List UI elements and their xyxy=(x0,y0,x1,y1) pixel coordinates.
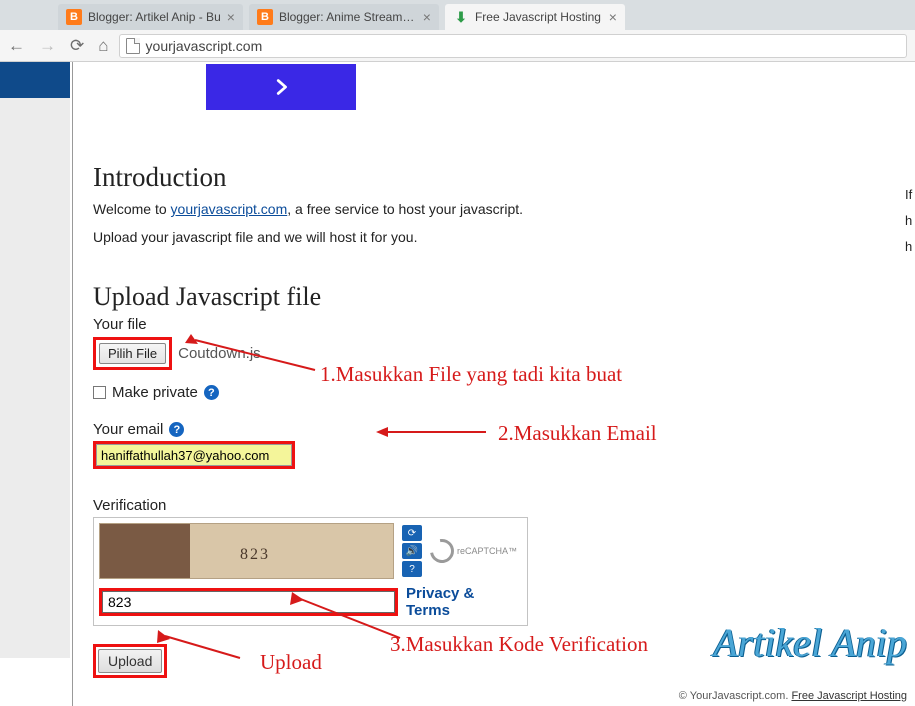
help-icon[interactable]: ? xyxy=(169,422,184,437)
upload-heading: Upload Javascript file xyxy=(93,282,895,312)
intro-line1: Welcome to yourjavascript.com, a free se… xyxy=(93,199,895,221)
chevron-right-icon xyxy=(270,76,292,98)
annotation-box: Pilih File xyxy=(93,337,172,370)
browser-toolbar: ← → ⟳ ⌂ yourjavascript.com xyxy=(0,30,915,62)
cutoff-text: If h h xyxy=(905,182,915,260)
tab-title: Blogger: Anime Streaming xyxy=(279,10,417,24)
blogger-icon: B xyxy=(66,9,82,25)
tab-active[interactable]: ⬇ Free Javascript Hosting × xyxy=(445,4,625,30)
privacy-terms-link[interactable]: Privacy & Terms xyxy=(406,585,519,619)
footer-link[interactable]: Free Javascript Hosting xyxy=(791,690,907,702)
tab-blogger-2[interactable]: B Blogger: Anime Streaming × xyxy=(249,4,439,30)
home-icon[interactable]: ⌂ xyxy=(98,37,108,54)
captcha-digits: 823 xyxy=(240,546,270,564)
annotation-box xyxy=(93,441,295,469)
captcha-audio-icon[interactable]: 🔊 xyxy=(402,543,422,559)
verification-label: Verification xyxy=(93,497,895,514)
site-icon: ⬇ xyxy=(453,9,469,25)
tab-title: Free Javascript Hosting xyxy=(475,10,603,24)
forward-icon[interactable]: → xyxy=(39,37,56,54)
tab-title: Blogger: Artikel Anip - Bu xyxy=(88,10,221,24)
outer-header-fragment xyxy=(0,62,70,98)
page: Introduction Welcome to yourjavascript.c… xyxy=(72,62,915,706)
tab-blogger-1[interactable]: B Blogger: Artikel Anip - Bu × xyxy=(58,4,243,30)
captcha-widget: 823 ⟳ 🔊 ? reCAPTCHA™ Privacy & Terms xyxy=(93,517,528,626)
private-label: Make private xyxy=(112,384,198,401)
footer-text: © YourJavascript.com. xyxy=(679,690,792,702)
captcha-input[interactable] xyxy=(102,591,395,613)
captcha-refresh-icon[interactable]: ⟳ xyxy=(402,525,422,541)
annotation-box: Upload xyxy=(93,644,167,678)
file-label: Your file xyxy=(93,316,895,333)
close-icon[interactable]: × xyxy=(227,9,235,25)
close-icon[interactable]: × xyxy=(609,9,617,25)
hero-next-button[interactable] xyxy=(206,64,356,110)
choose-file-button[interactable]: Pilih File xyxy=(99,343,166,364)
intro-line2: Upload your javascript file and we will … xyxy=(93,227,895,249)
url-text: yourjavascript.com xyxy=(146,38,263,54)
email-field[interactable] xyxy=(96,444,292,466)
captcha-image: 823 xyxy=(99,523,394,579)
footer: © YourJavascript.com. Free Javascript Ho… xyxy=(679,690,907,702)
help-icon[interactable]: ? xyxy=(204,385,219,400)
captcha-help-icon[interactable]: ? xyxy=(402,561,422,577)
page-icon xyxy=(126,38,140,54)
recaptcha-icon xyxy=(425,535,458,568)
text: , a free service to host your javascript… xyxy=(287,201,523,217)
outer-body-fragment xyxy=(0,98,70,658)
site-link[interactable]: yourjavascript.com xyxy=(171,201,288,217)
selected-filename: Coutdown.js xyxy=(178,345,261,362)
back-icon[interactable]: ← xyxy=(8,37,25,54)
recaptcha-logo: reCAPTCHA™ xyxy=(430,539,517,563)
annotation-box xyxy=(99,588,398,616)
close-icon[interactable]: × xyxy=(423,9,431,25)
tab-strip: B Blogger: Artikel Anip - Bu × B Blogger… xyxy=(0,0,915,30)
recaptcha-text: reCAPTCHA™ xyxy=(457,546,517,556)
blogger-icon: B xyxy=(257,9,273,25)
intro-heading: Introduction xyxy=(93,162,895,193)
text: Welcome to xyxy=(93,201,171,217)
address-bar[interactable]: yourjavascript.com xyxy=(119,34,907,58)
private-checkbox[interactable] xyxy=(93,386,106,399)
reload-icon[interactable]: ⟳ xyxy=(70,37,84,54)
upload-button[interactable]: Upload xyxy=(98,649,162,673)
email-label: Your email xyxy=(93,421,163,438)
